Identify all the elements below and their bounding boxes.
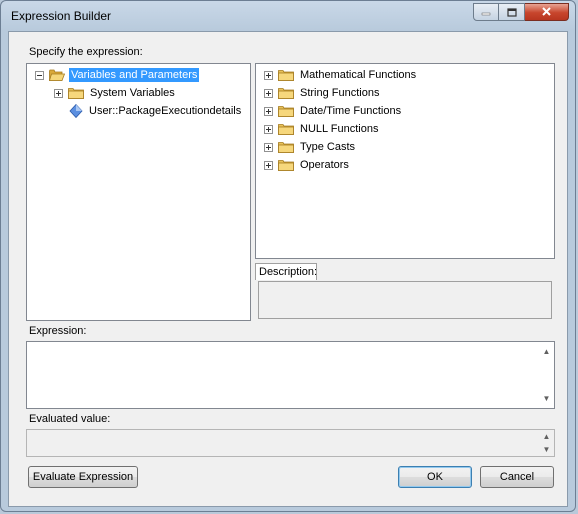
ok-button[interactable]: OK [398,466,472,488]
tree-node-string-functions[interactable]: String Functions [264,85,381,101]
tree-node-label: Mathematical Functions [300,69,417,81]
expression-textarea[interactable]: ▲ ▼ [26,341,555,409]
specify-expression-label: Specify the expression: [29,46,143,58]
tree-node-system-variables[interactable]: System Variables [54,85,177,101]
variable-icon [69,104,83,118]
expand-icon[interactable] [264,160,273,170]
maximize-button[interactable] [499,3,525,21]
scroll-up-icon[interactable]: ▲ [542,432,551,441]
scroll-up-icon[interactable]: ▲ [542,347,551,356]
minimize-icon [481,12,491,16]
expression-builder-window: Expression Builder Specify the expressio… [0,0,576,512]
open-folder-icon [49,69,65,81]
tree-node-type-casts[interactable]: Type Casts [264,139,357,155]
tree-node-label: User::PackageExecutiondetails [89,105,242,117]
description-label: Description: [255,263,317,280]
expand-icon[interactable] [264,70,273,80]
expression-label: Expression: [29,325,87,337]
folder-icon [278,160,294,171]
tree-node-label: String Functions [300,87,380,99]
window-controls [473,3,569,21]
folder-icon [278,124,294,135]
folder-icon [278,106,294,117]
tree-node-label: Variables and Parameters [69,68,200,82]
description-box [258,281,552,319]
minimize-button[interactable] [473,3,499,21]
title-bar[interactable]: Expression Builder [1,1,575,31]
dialog-client: Specify the expression: Variables and Pa… [8,31,568,507]
tree-node-label: Date/Time Functions [300,105,402,117]
tree-node-datetime-functions[interactable]: Date/Time Functions [264,103,403,119]
folder-icon [278,142,294,153]
variables-tree-panel[interactable]: Variables and Parameters System Variable… [26,63,251,321]
expand-icon[interactable] [54,88,63,98]
expand-icon[interactable] [264,142,273,152]
scroll-down-icon[interactable]: ▼ [542,445,551,454]
window-title: Expression Builder [11,9,112,23]
close-button[interactable] [525,3,569,21]
scroll-down-icon[interactable]: ▼ [542,394,551,403]
evaluated-value-label: Evaluated value: [29,413,111,425]
expand-icon[interactable] [264,124,273,134]
folder-icon [278,88,294,99]
folder-icon [68,88,84,99]
tree-node-label: Operators [300,159,349,171]
collapse-icon[interactable] [35,70,44,80]
tree-node-operators[interactable]: Operators [264,157,351,173]
expand-icon[interactable] [264,106,273,116]
expand-icon[interactable] [264,88,273,98]
evaluated-value-box: ▲ ▼ [26,429,555,457]
tree-node-user-variable[interactable]: User::PackageExecutiondetails [69,103,243,119]
cancel-button[interactable]: Cancel [480,466,554,488]
tree-node-variables-parameters[interactable]: Variables and Parameters [35,67,200,83]
tree-node-label: System Variables [90,87,175,99]
tree-node-null-functions[interactable]: NULL Functions [264,121,380,137]
tree-node-label: Type Casts [300,141,356,153]
evaluate-expression-button[interactable]: Evaluate Expression [28,466,138,488]
tree-node-mathematical-functions[interactable]: Mathematical Functions [264,67,418,83]
close-icon [542,7,551,16]
functions-tree-panel[interactable]: Mathematical Functions String Functions … [255,63,555,259]
folder-icon [278,70,294,81]
tree-node-label: NULL Functions [300,123,379,135]
maximize-icon [506,7,517,17]
